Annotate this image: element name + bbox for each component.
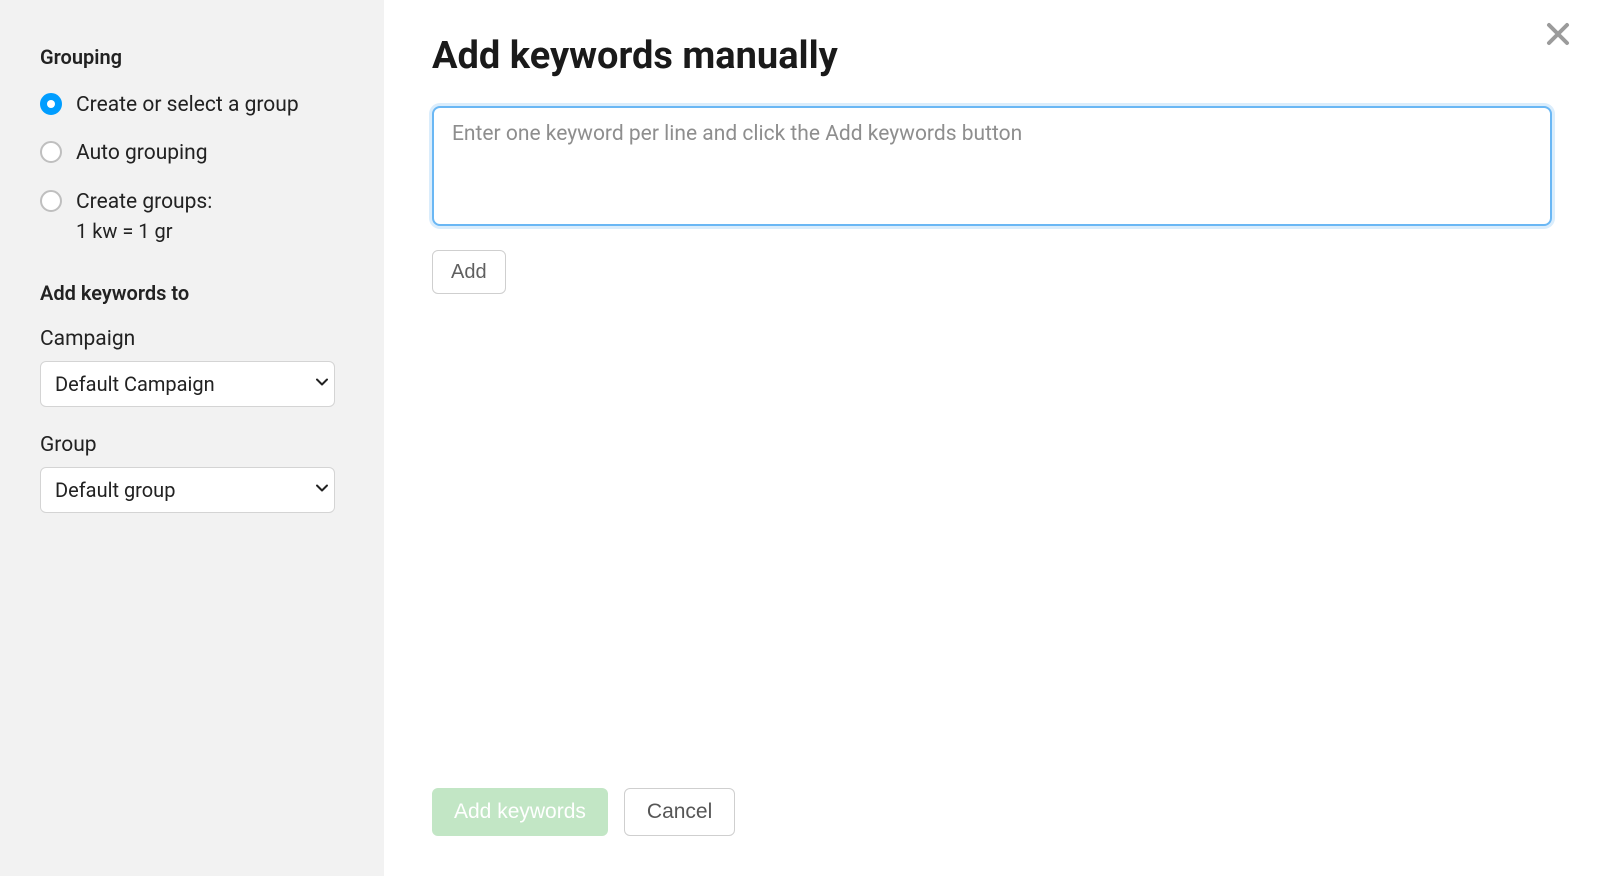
group-select[interactable]: Default group	[40, 467, 344, 513]
cancel-button[interactable]: Cancel	[624, 788, 735, 836]
radio-label: Auto grouping	[76, 139, 208, 167]
close-icon	[1544, 33, 1572, 52]
group-label: Group	[40, 433, 344, 457]
radio-icon	[40, 141, 62, 163]
radio-create-groups-1kw1gr[interactable]: Create groups: 1 kw = 1 gr	[40, 188, 344, 245]
radio-label: Create or select a group	[76, 91, 299, 119]
grouping-radio-list: Create or select a group Auto grouping C…	[40, 91, 344, 245]
radio-label-line1: Create groups:	[76, 190, 212, 214]
radio-label: Create groups: 1 kw = 1 gr	[76, 188, 212, 245]
campaign-select[interactable]: Default Campaign	[40, 361, 344, 407]
radio-icon	[40, 190, 62, 212]
main-panel: Add keywords manually Add Add keywords C…	[384, 0, 1600, 876]
add-keywords-button[interactable]: Add keywords	[432, 788, 608, 836]
dialog-footer: Add keywords Cancel	[432, 748, 1552, 836]
grouping-heading: Grouping	[40, 45, 344, 69]
close-button[interactable]	[1538, 14, 1578, 58]
campaign-label: Campaign	[40, 327, 344, 351]
sidebar: Grouping Create or select a group Auto g…	[0, 0, 384, 876]
page-title: Add keywords manually	[432, 34, 1552, 78]
radio-auto-grouping[interactable]: Auto grouping	[40, 139, 344, 167]
campaign-select-value: Default Campaign	[40, 361, 335, 407]
add-keywords-to-heading: Add keywords to	[40, 281, 344, 305]
radio-icon	[40, 93, 62, 115]
keywords-input[interactable]	[432, 106, 1552, 226]
group-select-value: Default group	[40, 467, 335, 513]
radio-label-line2: 1 kw = 1 gr	[76, 218, 212, 245]
radio-create-select-group[interactable]: Create or select a group	[40, 91, 344, 119]
add-button[interactable]: Add	[432, 250, 506, 294]
